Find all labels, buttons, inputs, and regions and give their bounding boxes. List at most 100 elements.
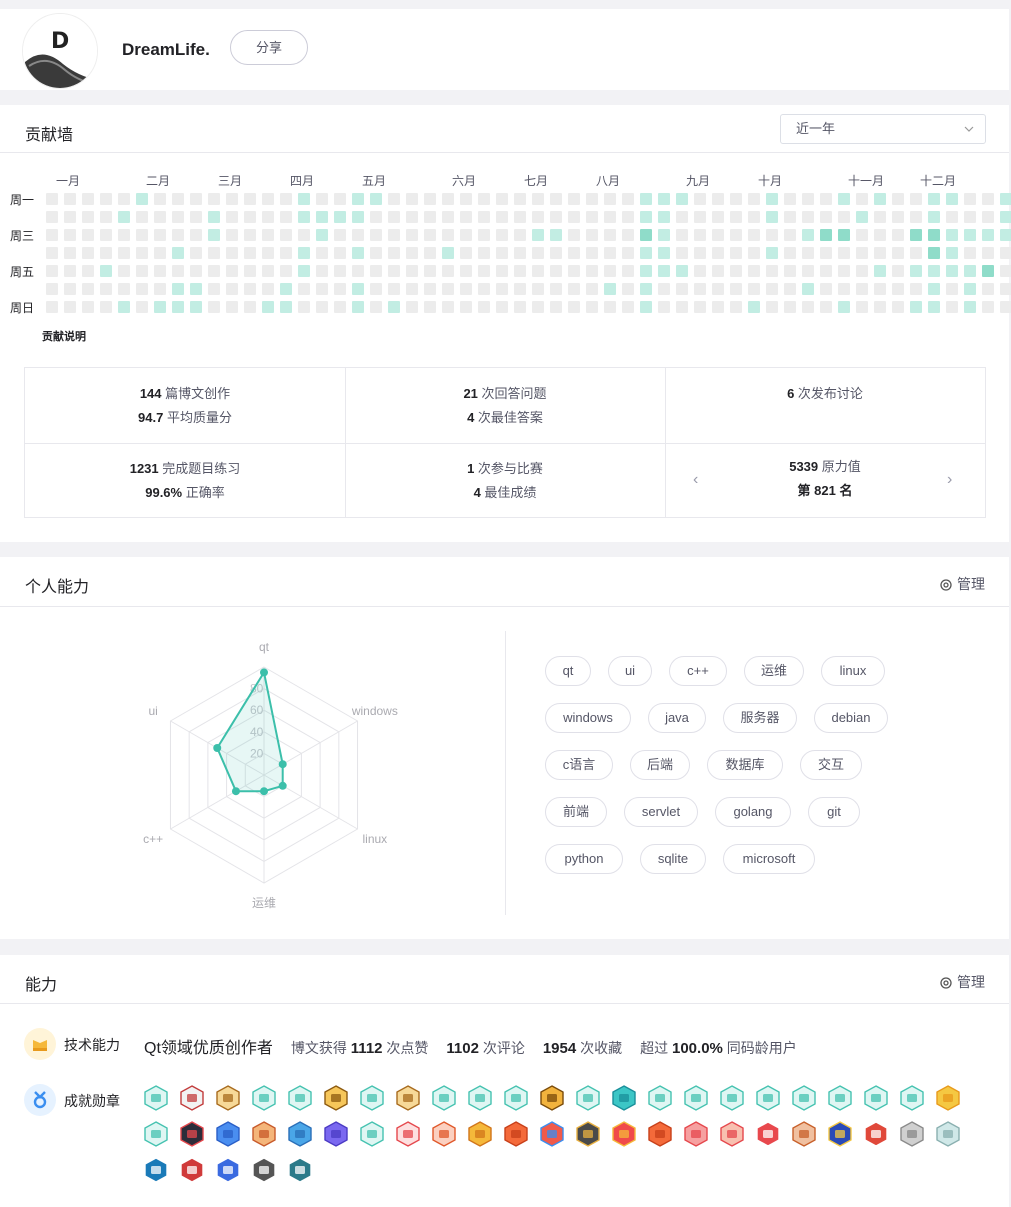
contribution-cell[interactable] <box>910 193 922 205</box>
contribution-cell[interactable] <box>640 283 652 295</box>
contribution-cell[interactable] <box>226 265 238 277</box>
manage-button[interactable]: 管理 <box>939 972 985 992</box>
contribution-cell[interactable] <box>406 229 418 241</box>
contribution-cell[interactable] <box>82 229 94 241</box>
contribution-cell[interactable] <box>100 193 112 205</box>
contribution-cell[interactable] <box>964 301 976 313</box>
contribution-cell[interactable] <box>1000 301 1011 313</box>
contribution-cell[interactable] <box>604 193 616 205</box>
contribution-cell[interactable] <box>586 211 598 223</box>
contribution-cell[interactable] <box>496 265 508 277</box>
achievement-badge[interactable] <box>683 1121 709 1147</box>
ability-tag[interactable]: microsoft <box>723 844 815 874</box>
contribution-cell[interactable] <box>190 229 202 241</box>
contribution-cell[interactable] <box>334 265 346 277</box>
contribution-cell[interactable] <box>190 283 202 295</box>
achievement-badge[interactable] <box>683 1085 709 1111</box>
contribution-cell[interactable] <box>946 247 958 259</box>
achievement-badge[interactable] <box>647 1121 673 1147</box>
contribution-cell[interactable] <box>928 211 940 223</box>
contribution-cell[interactable] <box>442 211 454 223</box>
contribution-cell[interactable] <box>910 301 922 313</box>
contribution-cell[interactable] <box>496 193 508 205</box>
ability-tag[interactable]: 服务器 <box>723 703 797 733</box>
contribution-cell[interactable] <box>136 301 148 313</box>
achievement-badge[interactable] <box>899 1085 925 1111</box>
contribution-cell[interactable] <box>388 301 400 313</box>
contribution-cell[interactable] <box>1000 193 1011 205</box>
contribution-cell[interactable] <box>406 265 418 277</box>
ability-tag[interactable]: debian <box>814 703 888 733</box>
contribution-cell[interactable] <box>280 301 292 313</box>
contribution-cell[interactable] <box>676 265 688 277</box>
contribution-cell[interactable] <box>352 229 364 241</box>
contribution-cell[interactable] <box>514 301 526 313</box>
contribution-cell[interactable] <box>856 229 868 241</box>
contribution-cell[interactable] <box>1000 229 1011 241</box>
contribution-cell[interactable] <box>226 283 238 295</box>
contribution-cell[interactable] <box>604 283 616 295</box>
contribution-cell[interactable] <box>658 283 670 295</box>
contribution-cell[interactable] <box>748 283 760 295</box>
contribution-cell[interactable] <box>496 301 508 313</box>
contribution-cell[interactable] <box>550 265 562 277</box>
contribution-cell[interactable] <box>568 247 580 259</box>
contribution-cell[interactable] <box>136 193 148 205</box>
contribution-cell[interactable] <box>982 301 994 313</box>
contribution-cell[interactable] <box>964 211 976 223</box>
contribution-cell[interactable] <box>100 211 112 223</box>
contribution-cell[interactable] <box>82 211 94 223</box>
contribution-cell[interactable] <box>262 211 274 223</box>
range-select[interactable]: 近一年 <box>780 114 986 144</box>
ability-tag[interactable]: 数据库 <box>707 750 783 780</box>
contribution-cell[interactable] <box>478 265 490 277</box>
contribution-cell[interactable] <box>136 211 148 223</box>
ability-tag[interactable]: ui <box>608 656 652 686</box>
contribution-cell[interactable] <box>172 265 184 277</box>
contribution-cell[interactable] <box>550 247 562 259</box>
achievement-badge[interactable] <box>287 1085 313 1111</box>
contribution-cell[interactable] <box>226 229 238 241</box>
contribution-cell[interactable] <box>982 193 994 205</box>
contribution-cell[interactable] <box>766 229 778 241</box>
contribution-cell[interactable] <box>460 247 472 259</box>
contribution-cell[interactable] <box>892 229 904 241</box>
contribution-cell[interactable] <box>982 229 994 241</box>
contribution-cell[interactable] <box>172 247 184 259</box>
contribution-cell[interactable] <box>154 229 166 241</box>
contribution-cell[interactable] <box>856 265 868 277</box>
contribution-cell[interactable] <box>64 301 76 313</box>
contribution-cell[interactable] <box>1000 283 1011 295</box>
contribution-cell[interactable] <box>406 283 418 295</box>
contribution-cell[interactable] <box>586 301 598 313</box>
contribution-cell[interactable] <box>352 283 364 295</box>
contribution-cell[interactable] <box>280 247 292 259</box>
contribution-cell[interactable] <box>244 301 256 313</box>
contribution-cell[interactable] <box>532 193 544 205</box>
contribution-cell[interactable] <box>244 283 256 295</box>
contribution-cell[interactable] <box>424 229 436 241</box>
contribution-cell[interactable] <box>730 283 742 295</box>
contribution-cell[interactable] <box>1000 211 1011 223</box>
contribution-cell[interactable] <box>262 193 274 205</box>
contribution-cell[interactable] <box>118 301 130 313</box>
contribution-cell[interactable] <box>334 247 346 259</box>
contribution-cell[interactable] <box>154 301 166 313</box>
achievement-badge[interactable] <box>143 1121 169 1147</box>
contribution-cell[interactable] <box>496 211 508 223</box>
contribution-cell[interactable] <box>748 229 760 241</box>
contribution-cell[interactable] <box>928 283 940 295</box>
contribution-cell[interactable] <box>100 301 112 313</box>
contribution-cell[interactable] <box>478 283 490 295</box>
contribution-cell[interactable] <box>604 301 616 313</box>
contribution-cell[interactable] <box>388 283 400 295</box>
contribution-cell[interactable] <box>838 283 850 295</box>
achievement-badge[interactable] <box>467 1121 493 1147</box>
contribution-cell[interactable] <box>748 193 760 205</box>
contribution-cell[interactable] <box>370 247 382 259</box>
contribution-cell[interactable] <box>226 247 238 259</box>
contribution-cell[interactable] <box>298 229 310 241</box>
contribution-cell[interactable] <box>586 283 598 295</box>
contribution-cell[interactable] <box>982 211 994 223</box>
stat-answers[interactable]: 21 次回答问题 4 次最佳答案 <box>345 382 665 457</box>
